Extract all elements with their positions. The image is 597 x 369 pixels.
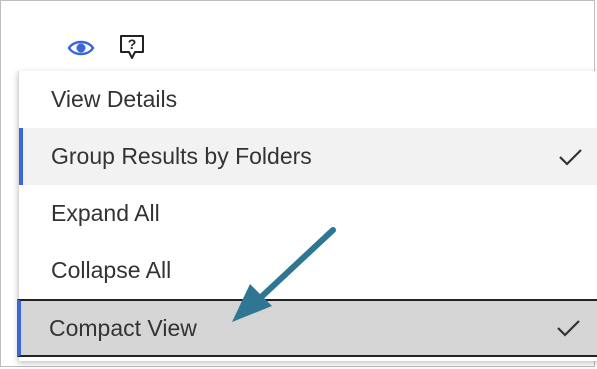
menu-item-group-results-by-folders[interactable]: Group Results by Folders bbox=[19, 128, 597, 185]
menu-item-label: Group Results by Folders bbox=[51, 143, 312, 169]
window-frame: ? View Details Group Results by Folders … bbox=[0, 0, 597, 367]
menu-item-collapse-all[interactable]: Collapse All bbox=[19, 242, 597, 299]
menu-item-view-details[interactable]: View Details bbox=[19, 71, 597, 128]
toolbar: ? bbox=[1, 1, 594, 71]
menu-item-expand-all[interactable]: Expand All bbox=[19, 185, 597, 242]
svg-text:?: ? bbox=[128, 36, 137, 52]
menu-item-label: Expand All bbox=[51, 200, 160, 226]
menu-item-label: Collapse All bbox=[51, 257, 172, 283]
checkmark-icon bbox=[559, 148, 582, 166]
menu-item-label: View Details bbox=[51, 86, 178, 112]
question-mark-icon[interactable]: ? bbox=[116, 31, 148, 63]
menu-item-compact-view[interactable]: Compact View bbox=[17, 299, 597, 357]
menu-item-label: Compact View bbox=[49, 314, 197, 341]
checkmark-icon bbox=[557, 320, 580, 337]
eye-icon[interactable] bbox=[67, 37, 95, 59]
view-options-menu: View Details Group Results by Folders Ex… bbox=[17, 71, 597, 361]
